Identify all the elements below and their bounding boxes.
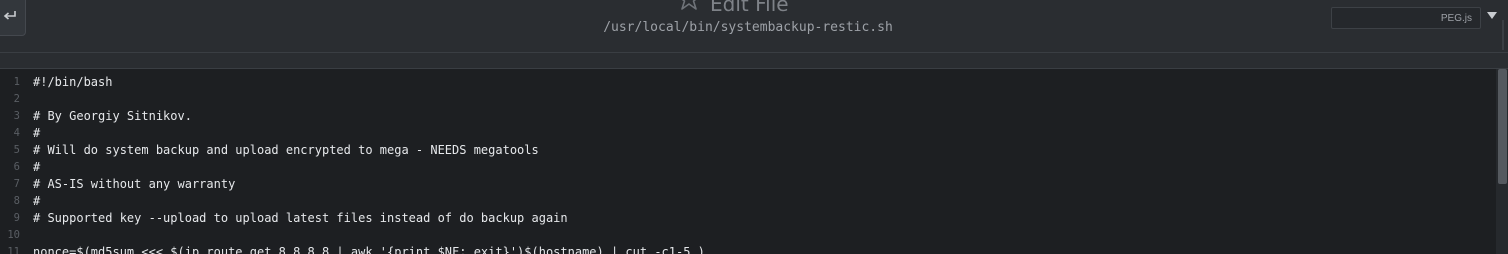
code-editor[interactable]: 1 #!/bin/bash 2 3 # By Georgiy Sitnikov. 4 #5 #…	[0, 69, 1496, 254]
line-number: 9	[13, 212, 20, 224]
syntax-mode-value: PEG.js	[1440, 12, 1472, 24]
line-number: 10	[7, 229, 20, 241]
line-number: 2	[13, 93, 20, 105]
line-text[interactable]: #	[33, 193, 40, 210]
line-number: 8	[13, 195, 20, 207]
file-path: /usr/local/bin/systembackup-restic.sh	[603, 20, 893, 35]
syntax-mode-select[interactable]: PEG.js	[1331, 7, 1481, 29]
line-text[interactable]: #	[33, 159, 40, 176]
code-line[interactable]: 8 #	[0, 193, 1496, 210]
line-text[interactable]: # AS-IS without any warranty	[33, 176, 235, 193]
editor-toolbar-strip	[0, 53, 1508, 69]
code-line[interactable]: 5 # Will do system backup and upload encr…	[0, 142, 1496, 159]
line-text[interactable]: # By Georgiy Sitnikov.	[33, 108, 192, 125]
line-text[interactable]: # Will do system backup and upload encry…	[33, 142, 539, 159]
caret-down-icon[interactable]	[1487, 12, 1497, 20]
line-text[interactable]: #!/bin/bash	[33, 74, 112, 91]
line-number: 4	[13, 127, 20, 139]
star-icon[interactable]	[676, 0, 702, 14]
line-text[interactable]: # Supported key --upload to upload lates…	[33, 210, 568, 227]
line-number: 7	[13, 178, 20, 190]
line-text[interactable]: nonce=$(md5sum <<< $(ip route get 8.8.8.…	[33, 244, 705, 254]
code-line[interactable]: 4 #	[0, 125, 1496, 142]
code-line[interactable]: 6 #	[0, 159, 1496, 176]
code-line[interactable]: 3 # By Georgiy Sitnikov.	[0, 108, 1496, 125]
code-line[interactable]: 10	[0, 227, 1496, 244]
line-number: 1	[13, 76, 20, 88]
line-number: 11	[7, 246, 20, 254]
line-number: 6	[13, 161, 20, 173]
header-edge-divider	[1502, 20, 1504, 50]
line-text[interactable]: #	[33, 125, 40, 142]
code-line[interactable]: 1 #!/bin/bash	[0, 74, 1496, 91]
line-number: 3	[13, 110, 20, 122]
page-title: Edit File	[710, 0, 789, 16]
code-line[interactable]: 9 # Supported key --upload to upload late…	[0, 210, 1496, 227]
code-line[interactable]: 2	[0, 91, 1496, 108]
code-line[interactable]: 7 # AS-IS without any warranty	[0, 176, 1496, 193]
line-number: 5	[13, 144, 20, 156]
editor-scrollbar-thumb[interactable]	[1498, 69, 1507, 184]
header-bar: Edit File /usr/local/bin/systembackup-re…	[0, 0, 1508, 53]
code-line[interactable]: 11 nonce=$(md5sum <<< $(ip route get 8.8.…	[0, 244, 1496, 254]
